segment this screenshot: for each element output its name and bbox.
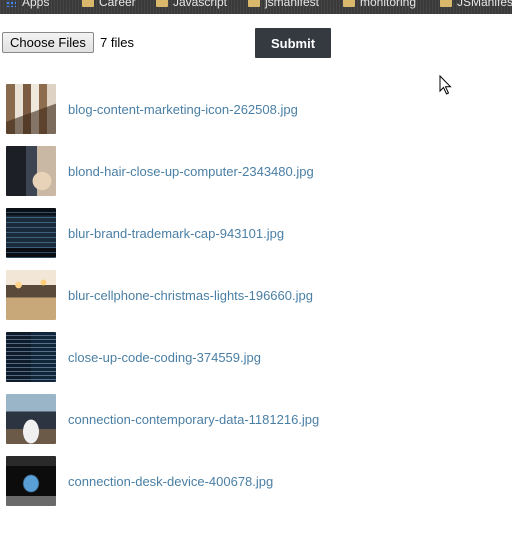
file-link[interactable]: blur-cellphone-christmas-lights-196660.j… — [68, 288, 313, 303]
bookmark-label: jsmanifest — [265, 0, 320, 9]
list-item: connection-desk-device-400678.jpg — [6, 450, 506, 512]
bookmark-jsmanifest[interactable]: jsmanifest — [248, 0, 319, 9]
list-item: close-up-code-coding-374559.jpg — [6, 326, 506, 388]
file-thumbnail — [6, 456, 56, 506]
list-item: blond-hair-close-up-computer-2343480.jpg — [6, 140, 506, 202]
list-item: blog-content-marketing-icon-262508.jpg — [6, 78, 506, 140]
file-thumbnail — [6, 146, 56, 196]
file-thumbnail — [6, 270, 56, 320]
file-thumbnail — [6, 84, 56, 134]
apps-grid-icon — [6, 0, 16, 7]
file-link[interactable]: blog-content-marketing-icon-262508.jpg — [68, 102, 298, 117]
bookmark-jsmanifest-2[interactable]: JSManifest — [440, 0, 512, 9]
file-thumbnail — [6, 394, 56, 444]
list-item: blur-cellphone-christmas-lights-196660.j… — [6, 264, 506, 326]
file-list: blog-content-marketing-icon-262508.jpg b… — [6, 78, 506, 512]
bookmark-label: Apps — [22, 0, 50, 9]
file-link[interactable]: connection-desk-device-400678.jpg — [68, 474, 273, 489]
file-thumbnail — [6, 332, 56, 382]
folder-icon — [248, 0, 260, 7]
file-link[interactable]: close-up-code-coding-374559.jpg — [68, 350, 261, 365]
file-link[interactable]: connection-contemporary-data-1181216.jpg — [68, 412, 319, 427]
bookmark-career[interactable]: Career — [82, 0, 136, 9]
bookmark-label: monitoring — [360, 0, 417, 9]
list-item: blur-brand-trademark-cap-943101.jpg — [6, 202, 506, 264]
folder-icon — [156, 0, 168, 7]
file-thumbnail — [6, 208, 56, 258]
bookmark-label: Javascript — [173, 0, 228, 9]
folder-icon — [343, 0, 355, 7]
file-link[interactable]: blur-brand-trademark-cap-943101.jpg — [68, 226, 284, 241]
bookmark-label: JSManifest — [457, 0, 512, 9]
bookmarks-bar: Apps Career Javascript jsmanifest monito… — [0, 0, 512, 14]
choose-files-button[interactable]: Choose Files — [2, 32, 94, 53]
selected-file-count: 7 files — [100, 35, 134, 50]
folder-icon — [440, 0, 452, 7]
bookmark-monitoring[interactable]: monitoring — [343, 0, 416, 9]
bookmark-apps[interactable]: Apps — [6, 0, 49, 9]
file-link[interactable]: blond-hair-close-up-computer-2343480.jpg — [68, 164, 314, 179]
folder-icon — [82, 0, 94, 7]
list-item: connection-contemporary-data-1181216.jpg — [6, 388, 506, 450]
bookmark-javascript[interactable]: Javascript — [156, 0, 227, 9]
submit-button[interactable]: Submit — [255, 28, 331, 58]
bookmark-label: Career — [99, 0, 136, 9]
